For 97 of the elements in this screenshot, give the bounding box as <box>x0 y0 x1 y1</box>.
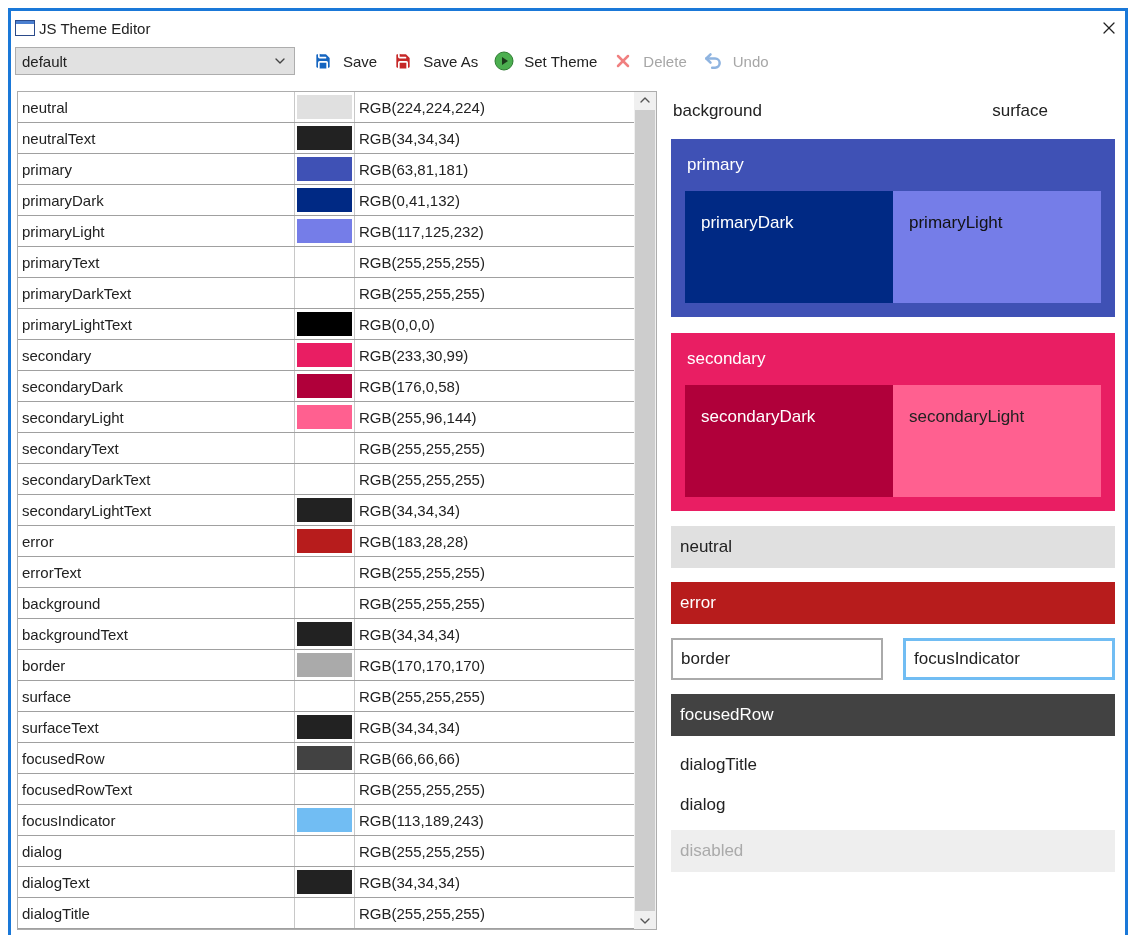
color-swatch[interactable] <box>297 405 352 429</box>
color-swatch[interactable] <box>297 622 352 646</box>
neutral-bar: neutral <box>671 526 1115 568</box>
value-cell-text: RGB(255,255,255) <box>358 779 486 800</box>
theme-dropdown[interactable]: default <box>15 47 295 75</box>
name-cell: primaryText <box>18 247 295 277</box>
name-cell: primaryLightText <box>18 309 295 339</box>
surface-label: surface <box>992 101 1048 121</box>
dialog-label: dialog <box>679 794 727 816</box>
name-cell: neutralText <box>18 123 295 153</box>
name-cell: background <box>18 588 295 618</box>
light-swatch: secondaryLight <box>893 385 1101 497</box>
disabled-bar: disabled <box>671 830 1115 872</box>
name-cell: border <box>18 650 295 680</box>
name-cell: surface <box>18 681 295 711</box>
group-label: secondary <box>686 349 767 369</box>
name-cell: focusedRow <box>18 743 295 773</box>
name-cell: secondaryDarkText <box>18 464 295 494</box>
name-cell: primary <box>18 154 295 184</box>
value-cell-text: RGB(0,41,132) <box>358 190 461 211</box>
group-label: primary <box>686 155 745 175</box>
value-cell-text: RGB(113,189,243) <box>358 810 485 831</box>
name-cell: primaryDark <box>18 185 295 215</box>
name-cell: dialogTitle <box>18 898 295 928</box>
color-swatch[interactable] <box>297 126 352 150</box>
border-field[interactable]: border <box>671 638 883 680</box>
color-swatch[interactable] <box>297 653 352 677</box>
value-cell-text: RGB(255,255,255) <box>358 686 486 707</box>
name-cell: primaryLight <box>18 216 295 246</box>
value-cell-text: RGB(255,255,255) <box>358 252 486 273</box>
value-cell-text: RGB(255,255,255) <box>358 903 486 924</box>
save-icon <box>313 51 333 71</box>
undo-icon <box>702 51 723 71</box>
color-swatch[interactable] <box>297 715 352 739</box>
focused-field[interactable]: focusIndicator <box>903 638 1115 680</box>
value-cell-text: RGB(255,255,255) <box>358 562 486 583</box>
name-cell: surfaceText <box>18 712 295 742</box>
value-cell-text: RGB(255,255,255) <box>358 593 486 614</box>
value-cell-text: RGB(34,34,34) <box>358 872 461 893</box>
color-swatch[interactable] <box>297 95 352 119</box>
value-cell-text: RGB(255,255,255) <box>358 841 486 862</box>
name-cell: focusIndicator <box>18 805 295 835</box>
window-icon <box>15 20 35 36</box>
value-cell-text: RGB(233,30,99) <box>358 345 470 366</box>
name-cell: focusedRowText <box>18 774 295 804</box>
color-swatch[interactable] <box>297 498 352 522</box>
value-cell-text: RGB(183,28,28) <box>358 531 470 552</box>
color-swatch[interactable] <box>297 219 352 243</box>
value-cell-text: RGB(255,96,144) <box>358 407 478 428</box>
color-swatch[interactable] <box>297 746 352 770</box>
value-cell-text: RGB(0,0,0) <box>358 314 436 335</box>
color-swatch[interactable] <box>297 529 352 553</box>
background-label: background <box>673 101 762 121</box>
name-cell: secondaryLight <box>18 402 295 432</box>
color-swatch[interactable] <box>297 312 352 336</box>
toolbar-button[interactable]: Set Theme <box>486 47 606 75</box>
name-cell: secondaryText <box>18 433 295 463</box>
name-cell: primaryDarkText <box>18 278 295 308</box>
scrollbar[interactable] <box>634 92 656 929</box>
name-cell: dialogText <box>18 867 295 897</box>
color-swatch[interactable] <box>297 870 352 894</box>
color-swatch[interactable] <box>297 188 352 212</box>
value-cell-text: RGB(117,125,232) <box>358 221 485 242</box>
focused-row: focusedRow <box>671 694 1115 736</box>
value-cell-text: RGB(34,34,34) <box>358 717 461 738</box>
name-cell: neutral <box>18 92 295 122</box>
value-cell-text: RGB(255,255,255) <box>358 283 486 304</box>
name-cell: secondaryDark <box>18 371 295 401</box>
color-swatch[interactable] <box>297 157 352 181</box>
play-icon <box>494 51 515 71</box>
name-cell: secondaryLightText <box>18 495 295 525</box>
name-cell: secondary <box>18 340 295 370</box>
value-cell-text: RGB(63,81,181) <box>358 159 470 180</box>
window-title: JS Theme Editor <box>39 19 152 37</box>
name-cell: errorText <box>18 557 295 587</box>
color-swatch[interactable] <box>297 808 352 832</box>
dark-swatch: primaryDark <box>685 191 893 303</box>
value-cell-text: RGB(66,66,66) <box>358 748 461 769</box>
value-cell-text: RGB(176,0,58) <box>358 376 461 397</box>
name-cell: dialog <box>18 836 295 866</box>
light-swatch: primaryLight <box>893 191 1101 303</box>
dark-swatch: secondaryDark <box>685 385 893 497</box>
value-cell-text: RGB(34,34,34) <box>358 128 461 149</box>
value-cell-text: RGB(170,170,170) <box>358 655 486 676</box>
value-cell-text: RGB(255,255,255) <box>358 438 486 459</box>
error-bar: error <box>671 582 1115 624</box>
value-cell-text: RGB(255,255,255) <box>358 469 486 490</box>
value-cell-text: RGB(34,34,34) <box>358 624 461 645</box>
dialog-title-label: dialogTitle <box>679 754 758 776</box>
toolbar-button[interactable]: Save <box>305 47 386 75</box>
value-cell-text: RGB(34,34,34) <box>358 500 461 521</box>
color-swatch[interactable] <box>297 374 352 398</box>
name-cell: error <box>18 526 295 556</box>
name-cell: backgroundText <box>18 619 295 649</box>
toolbar-button[interactable]: Save As <box>385 47 487 75</box>
value-cell-text: RGB(224,224,224) <box>358 97 486 118</box>
color-swatch[interactable] <box>297 343 352 367</box>
